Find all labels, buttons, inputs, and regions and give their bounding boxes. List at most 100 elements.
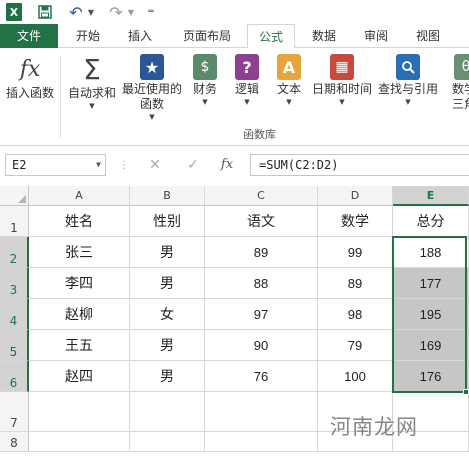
formula-bar: E2 ▼ ⋮ ✕ ✓ fx =SUM(C2:D2) <box>0 146 469 186</box>
insert-function-button[interactable]: fx 插入函数 <box>4 54 56 101</box>
insert-function-fx-icon[interactable]: fx <box>216 155 238 175</box>
cancel-icon[interactable]: ✕ <box>144 155 166 175</box>
lookup-reference-label: 查找与引用 <box>377 82 438 96</box>
column-header-d[interactable]: D <box>318 186 393 206</box>
cell-e4[interactable]: 195 <box>393 299 469 330</box>
chevron-down-icon: ▼ <box>202 98 208 106</box>
cell-c8[interactable] <box>205 432 318 452</box>
financial-label: 财务 <box>192 82 217 96</box>
tab-file[interactable]: 文件 <box>0 24 58 48</box>
cell-b5[interactable]: 男 <box>130 330 205 361</box>
row-header-2[interactable]: 2 <box>0 237 29 268</box>
cell-d6[interactable]: 100 <box>318 361 393 392</box>
select-all-corner[interactable] <box>0 186 29 206</box>
calendar-icon: ▦ <box>330 54 354 80</box>
chevron-down-icon: ▼ <box>405 98 411 106</box>
excel-logo-icon[interactable]: X <box>6 3 22 21</box>
cell-c7[interactable] <box>205 392 318 432</box>
chevron-down-icon: ▼ <box>339 98 345 106</box>
coins-icon: $ <box>193 54 217 80</box>
cell-b6[interactable]: 男 <box>130 361 205 392</box>
text-icon: A <box>277 54 301 80</box>
column-header-c[interactable]: C <box>205 186 318 206</box>
tab-insert[interactable]: 插入 <box>118 24 162 48</box>
save-icon[interactable] <box>36 3 54 21</box>
undo-dropdown-icon[interactable]: ▼ <box>86 3 96 21</box>
text-label: 文本 <box>276 82 301 96</box>
customize-qat-icon[interactable]: ═ <box>146 3 156 21</box>
function-library-group-label: 函数库 <box>243 128 276 141</box>
splitter-dots-icon[interactable]: ⋮ <box>119 160 129 171</box>
cell-a8[interactable] <box>29 432 130 452</box>
undo-icon[interactable]: ↶ <box>68 3 84 22</box>
cell-c6[interactable]: 76 <box>205 361 318 392</box>
cell-a2[interactable]: 张三 <box>29 237 130 268</box>
lookup-reference-button[interactable]: 查找与引用 ▼ <box>376 54 440 107</box>
cell-c5[interactable]: 90 <box>205 330 318 361</box>
cell-a7[interactable] <box>29 392 130 432</box>
tab-data[interactable]: 数据 <box>302 24 346 48</box>
column-header-a[interactable]: A <box>29 186 130 206</box>
cell-a6[interactable]: 赵四 <box>29 361 130 392</box>
cell-e3[interactable]: 177 <box>393 268 469 299</box>
cell-c4[interactable]: 97 <box>205 299 318 330</box>
fill-handle[interactable] <box>463 389 469 395</box>
logical-button[interactable]: ? 逻辑 ▼ <box>230 54 264 107</box>
cell-b7[interactable] <box>130 392 205 432</box>
autosum-button[interactable]: Σ 自动求和 ▼ <box>66 53 118 111</box>
cell-a4[interactable]: 赵柳 <box>29 299 130 330</box>
chevron-down-icon: ▼ <box>286 98 292 106</box>
row-header-6[interactable]: 6 <box>0 361 29 392</box>
recently-used-button[interactable]: ★ 最近使用的 函数 ▼ <box>120 54 184 122</box>
tab-home[interactable]: 开始 <box>66 24 110 48</box>
column-header-e[interactable]: E <box>393 186 469 206</box>
cell-c2[interactable]: 89 <box>205 237 318 268</box>
cell-b3[interactable]: 男 <box>130 268 205 299</box>
cell-c3[interactable]: 88 <box>205 268 318 299</box>
cell-b1[interactable]: 性别 <box>130 206 205 237</box>
row-header-5[interactable]: 5 <box>0 330 29 361</box>
enter-icon[interactable]: ✓ <box>182 155 204 175</box>
name-box-value: E2 <box>12 158 27 172</box>
cell-e2[interactable]: 188 <box>393 237 469 268</box>
chevron-down-icon: ▼ <box>89 102 95 110</box>
redo-dropdown-icon[interactable]: ▼ <box>126 3 136 21</box>
math-trig-button[interactable]: θ 数学 三角 <box>444 54 469 112</box>
chevron-down-icon[interactable]: ▼ <box>96 155 101 175</box>
cell-c1[interactable]: 语文 <box>205 206 318 237</box>
ribbon-tabs: 文件 开始 插入 页面布局 公式 数据 审阅 视图 <box>0 24 469 49</box>
cell-d3[interactable]: 89 <box>318 268 393 299</box>
redo-icon[interactable]: ↷ <box>108 3 124 22</box>
row-header-3[interactable]: 3 <box>0 268 29 299</box>
star-icon: ★ <box>140 54 164 80</box>
cell-e5[interactable]: 169 <box>393 330 469 361</box>
lookup-icon <box>396 54 420 80</box>
column-header-b[interactable]: B <box>130 186 205 206</box>
date-time-button[interactable]: ▦ 日期和时间 ▼ <box>310 54 374 107</box>
tab-review[interactable]: 审阅 <box>354 24 398 48</box>
cell-e6[interactable]: 176 <box>393 361 469 392</box>
cell-d2[interactable]: 99 <box>318 237 393 268</box>
cell-e1[interactable]: 总分 <box>393 206 469 237</box>
tab-page-layout[interactable]: 页面布局 <box>172 24 242 48</box>
row-header-4[interactable]: 4 <box>0 299 29 330</box>
name-box[interactable]: E2 ▼ <box>5 154 106 176</box>
cell-d1[interactable]: 数学 <box>318 206 393 237</box>
cell-d4[interactable]: 98 <box>318 299 393 330</box>
cell-a1[interactable]: 姓名 <box>29 206 130 237</box>
tab-formulas[interactable]: 公式 <box>247 24 295 49</box>
row-header-1[interactable]: 1 <box>0 206 29 237</box>
math-trig-label: 数学 三角 <box>452 82 469 111</box>
row-header-8[interactable]: 8 <box>0 432 29 452</box>
cell-b2[interactable]: 男 <box>130 237 205 268</box>
cell-b8[interactable] <box>130 432 205 452</box>
row-header-7[interactable]: 7 <box>0 392 29 432</box>
tab-view[interactable]: 视图 <box>406 24 450 48</box>
cell-a5[interactable]: 王五 <box>29 330 130 361</box>
cell-d5[interactable]: 79 <box>318 330 393 361</box>
financial-button[interactable]: $ 财务 ▼ <box>188 54 222 107</box>
formula-input[interactable]: =SUM(C2:D2) <box>250 154 469 176</box>
cell-a3[interactable]: 李四 <box>29 268 130 299</box>
text-button[interactable]: A 文本 ▼ <box>272 54 306 107</box>
cell-b4[interactable]: 女 <box>130 299 205 330</box>
